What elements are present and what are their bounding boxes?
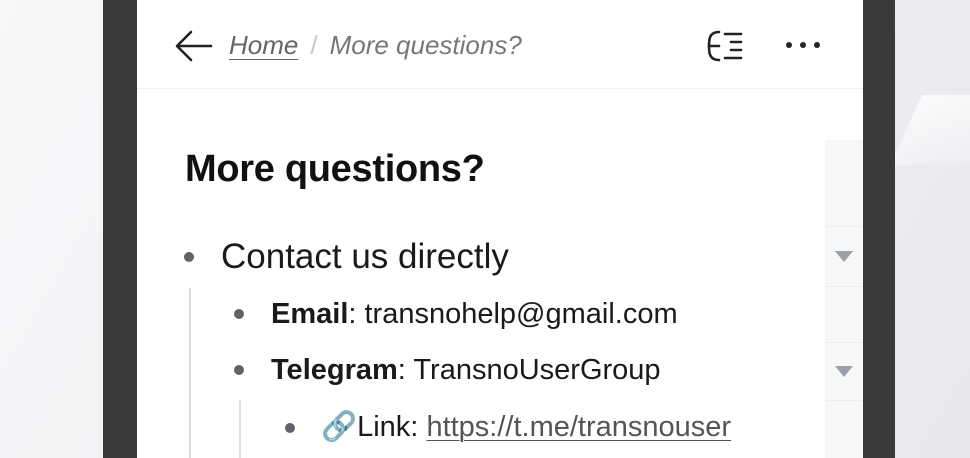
table-of-contents-button[interactable]	[703, 26, 747, 66]
page-title: More questions?	[185, 148, 485, 190]
link-icon: 🔗	[321, 411, 358, 443]
app-screen: Home / More questions? More questions? C…	[137, 0, 863, 458]
background-decoration	[890, 95, 970, 165]
arrow-left-icon	[175, 30, 213, 62]
more-horizontal-icon	[786, 42, 820, 48]
caret-down-icon[interactable]	[835, 366, 853, 377]
email-separator: :	[348, 298, 357, 330]
top-navigation-bar: Home / More questions?	[137, 0, 863, 89]
block-handle-column	[825, 140, 863, 458]
indent-guide	[189, 288, 191, 458]
breadcrumb: Home / More questions?	[229, 30, 522, 61]
divider	[825, 226, 863, 227]
outline-item-link[interactable]: 🔗Link: https://t.me/transnouser	[321, 410, 731, 444]
telegram-separator: :	[397, 354, 406, 386]
more-options-button[interactable]	[783, 30, 823, 60]
telegram-url-link[interactable]: https://t.me/transnouser	[426, 411, 731, 443]
breadcrumb-home-link[interactable]: Home	[229, 30, 298, 60]
telegram-value: TransnoUserGroup	[413, 354, 661, 386]
back-button[interactable]	[173, 26, 213, 66]
divider	[825, 400, 863, 401]
bullet-point[interactable]	[285, 423, 295, 433]
outline-item-telegram[interactable]: Telegram: TransnoUserGroup	[271, 354, 661, 387]
device-frame: Home / More questions? More questions? C…	[103, 0, 895, 458]
bullet-point[interactable]	[234, 365, 244, 375]
email-label: Email	[271, 298, 349, 330]
outline-item-contact[interactable]: Contact us directly	[221, 237, 509, 277]
caret-down-icon[interactable]	[835, 251, 853, 262]
email-value: transnohelp@gmail.com	[364, 298, 678, 330]
outline-item-email[interactable]: Email: transnohelp@gmail.com	[271, 298, 678, 331]
bullet-point[interactable]	[234, 309, 244, 319]
link-label: Link:	[357, 411, 419, 443]
breadcrumb-separator: /	[310, 30, 318, 60]
table-of-contents-icon	[707, 30, 743, 62]
breadcrumb-current: More questions?	[329, 30, 522, 60]
indent-guide	[239, 400, 241, 458]
telegram-label: Telegram	[271, 354, 398, 386]
bullet-point[interactable]	[184, 252, 194, 262]
divider	[825, 286, 863, 287]
divider	[825, 342, 863, 343]
